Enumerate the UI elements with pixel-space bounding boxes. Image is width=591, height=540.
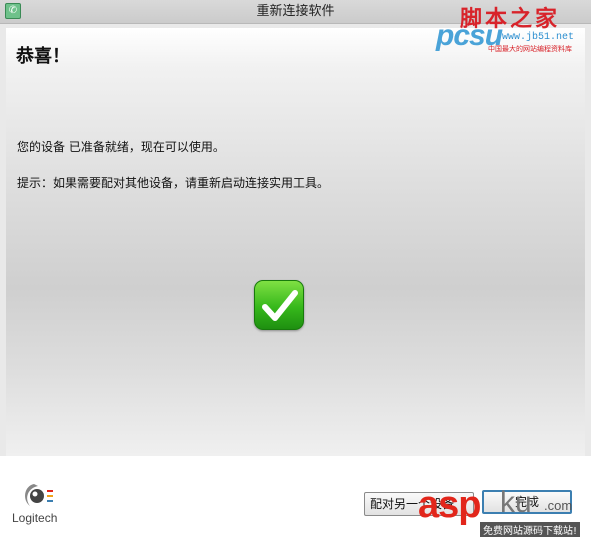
watermark-jb51: pcsu 脚本之家 www.jb51.net 中国最大的网站编程资料库 [436,1,588,53]
watermark-asp: asp [418,484,481,526]
logitech-logo: Logitech [12,480,72,528]
watermark-com: .com [544,498,573,513]
watermark-ku: ku [500,486,532,519]
hint-message: 提示：如果需要配对其他设备，请重新启动连接实用工具。 [17,176,330,190]
watermark-url: www.jb51.net [502,32,575,43]
checkmark-icon [254,280,304,330]
watermark-tagline: 中国最大的网站编程资料库 [488,45,572,53]
content-panel: 恭喜！ 您的设备 已准备就绪，现在可以使用。 提示：如果需要配对其他设备，请重新… [6,28,585,456]
watermark-site-name: 脚本之家 [460,6,561,32]
page-heading: 恭喜！ [16,46,70,67]
logo-text: Logitech [12,511,58,525]
watermark-aspku-tagline: 免费网站源码下载站! [480,522,581,537]
app-window: ✆ 重新连接软件 恭喜！ 您的设备 已准备就绪，现在可以使用。 提示：如果需要配… [0,0,591,540]
logitech-eye-icon [25,484,53,506]
ready-message: 您的设备 已准备就绪，现在可以使用。 [17,140,225,154]
watermark-aspku: asp ku .com 免费网站源码下载站! [418,484,588,538]
